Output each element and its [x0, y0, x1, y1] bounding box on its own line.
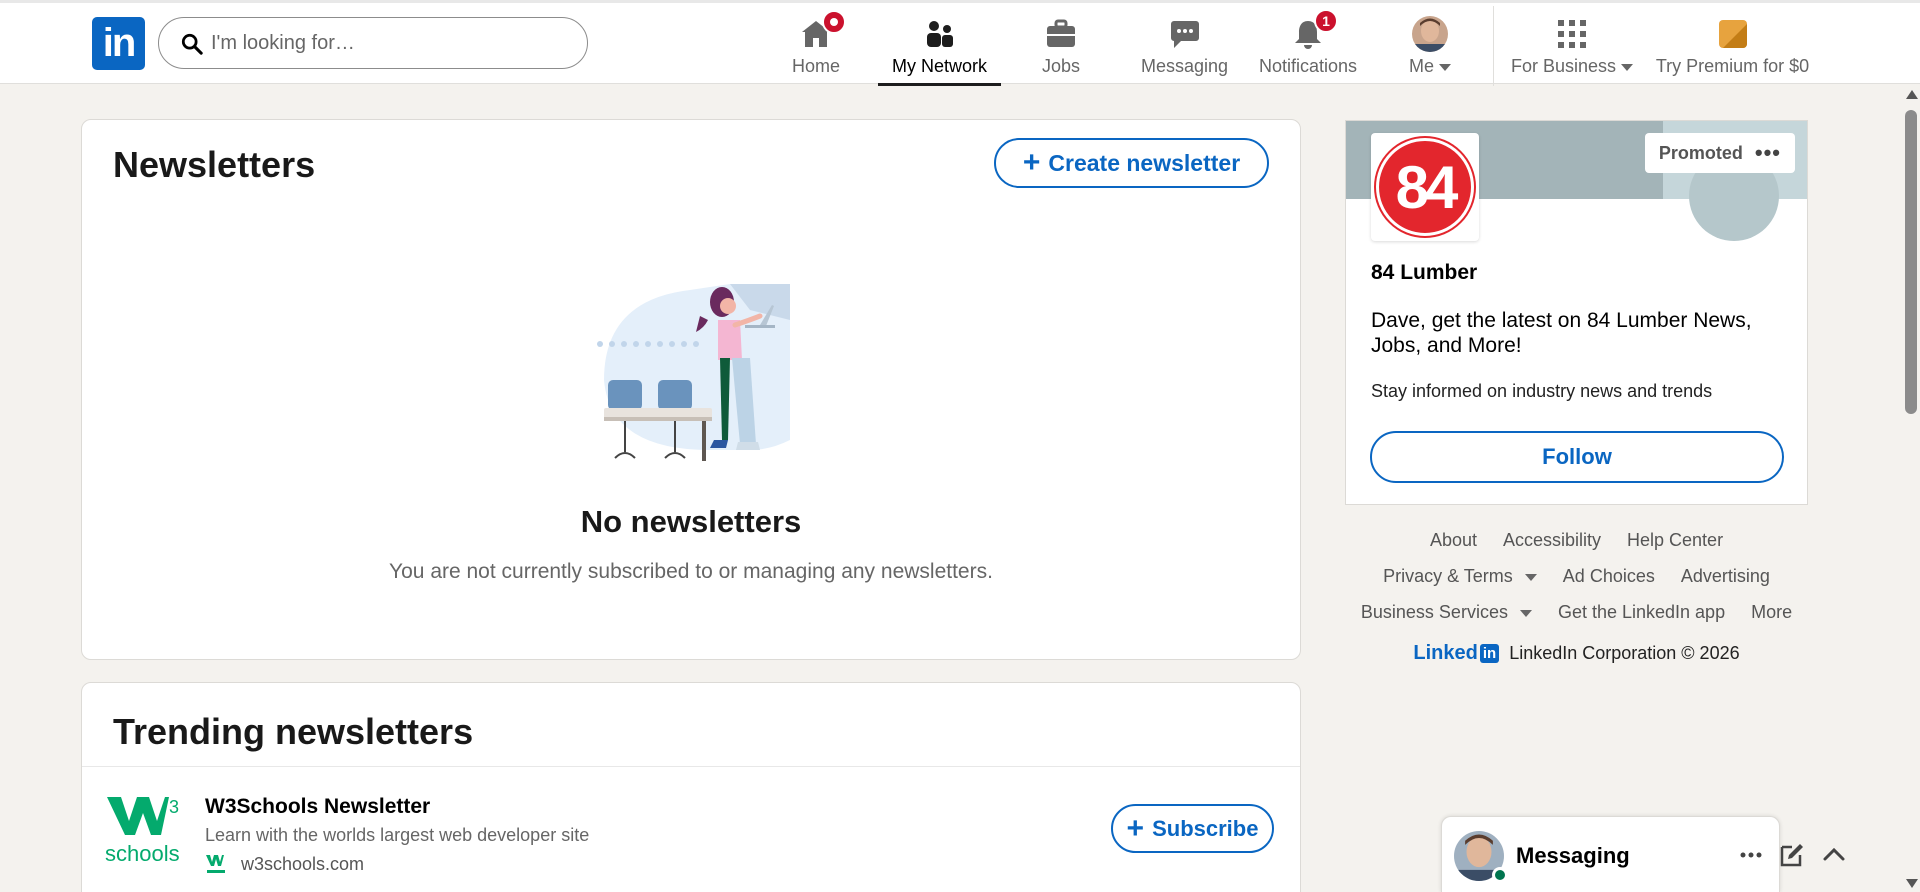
more-options-icon[interactable] [1737, 841, 1765, 869]
footer-link-more[interactable]: More [1751, 602, 1792, 625]
promoted-label[interactable]: Promoted ••• [1644, 133, 1795, 173]
search-input[interactable] [211, 31, 571, 55]
home-badge [822, 10, 846, 34]
more-options-icon[interactable]: ••• [1755, 140, 1781, 166]
messaging-icon [1169, 18, 1201, 50]
footer-link-about[interactable]: About [1430, 530, 1477, 553]
nav-home[interactable]: Home [790, 3, 846, 86]
nav-divider [1493, 6, 1494, 86]
ad-subtext: Stay informed on industry news and trend… [1371, 381, 1713, 401]
trending-newsletters-card: Trending newsletters 3 schools W3Schools… [81, 682, 1301, 892]
promoted-ad-card: Promoted ••• 84 84 Lumber Dave, get the … [1345, 120, 1808, 505]
plus-icon: + [1022, 146, 1041, 179]
nav-me[interactable]: Me [1403, 3, 1457, 86]
premium-icon [1717, 18, 1749, 50]
nav-notifications[interactable]: 1 Notifications [1256, 3, 1360, 86]
create-newsletter-label: Create newsletter [1048, 149, 1241, 176]
create-newsletter-button[interactable]: + Create newsletter [994, 138, 1269, 188]
linkedin-wordmark: Linked in [1413, 642, 1500, 665]
chevron-down-icon [1524, 573, 1537, 581]
footer-link-ad-choices[interactable]: Ad Choices [1563, 566, 1655, 589]
subscribe-button[interactable]: + Subscribe [1111, 804, 1274, 853]
linkedin-logo[interactable]: in [92, 17, 145, 70]
wordmark-in: in [1479, 644, 1500, 663]
briefcase-icon [1045, 18, 1077, 50]
w3schools-logo: 3 schools [105, 797, 180, 866]
avatar [1412, 16, 1448, 52]
nav-label: Notifications [1258, 56, 1358, 76]
nav-messaging[interactable]: Messaging [1141, 3, 1228, 86]
newsletter-site-label: w3schools.com [241, 853, 365, 874]
nav-label: Home [791, 56, 840, 76]
plus-icon: + [1126, 811, 1145, 845]
page-scrollbar[interactable] [1902, 84, 1920, 892]
follow-button[interactable]: Follow [1370, 431, 1784, 483]
empty-state-illustration [597, 284, 790, 461]
bell-icon: 1 [1292, 9, 1338, 50]
chevron-up-icon[interactable] [1820, 841, 1848, 869]
page-title: Newsletters [113, 144, 316, 185]
newsletter-name[interactable]: W3Schools Newsletter [205, 795, 430, 819]
footer-link-label: Privacy & Terms [1383, 566, 1513, 586]
company-logo-mark: 84 [1376, 138, 1474, 236]
network-icon [924, 18, 956, 50]
scroll-down-icon[interactable] [1906, 879, 1918, 888]
nav-label: For Business [1511, 56, 1634, 77]
subscribe-label: Subscribe [1152, 815, 1259, 841]
online-status-indicator [1492, 867, 1508, 883]
nav-for-business[interactable]: For Business [1511, 3, 1634, 86]
nav-label: Try Premium for $0 [1655, 56, 1810, 76]
wordmark-text: Linked [1413, 642, 1478, 664]
nav-label: Jobs [1041, 56, 1081, 76]
scroll-thumb[interactable] [1905, 110, 1917, 414]
company-name[interactable]: 84 Lumber [1371, 261, 1477, 285]
copyright: LinkedIn Corporation © 2026 [1509, 643, 1740, 663]
promoted-text: Promoted [1658, 142, 1743, 163]
scroll-up-icon[interactable] [1906, 90, 1918, 99]
notifications-badge: 1 [1314, 9, 1338, 33]
footer-link-label: Business Services [1360, 602, 1508, 622]
section-title: Trending newsletters [113, 711, 474, 752]
w3schools-mini-logo [206, 855, 225, 873]
footer-links: About Accessibility Help Center Privacy … [1345, 530, 1808, 665]
chevron-down-icon [1519, 609, 1532, 617]
compose-icon[interactable] [1778, 841, 1806, 869]
messaging-title: Messaging [1516, 843, 1630, 868]
nav-label: My Network [891, 56, 987, 76]
divider [82, 766, 1300, 767]
company-logo[interactable]: 84 [1371, 133, 1479, 241]
search-box[interactable] [158, 17, 588, 69]
ad-headline: Dave, get the latest on 84 Lumber News, … [1371, 309, 1752, 357]
svg-text:schools: schools [105, 841, 180, 866]
nav-label: Me [1409, 56, 1451, 77]
nav-label: Messaging [1140, 56, 1229, 76]
nav-my-network[interactable]: My Network [878, 3, 1001, 86]
empty-state-subtitle: You are not currently subscribed to or m… [389, 560, 993, 583]
footer-link-help-center[interactable]: Help Center [1627, 530, 1723, 553]
grid-icon [1556, 18, 1588, 50]
footer-link-get-app[interactable]: Get the LinkedIn app [1558, 602, 1725, 625]
footer-link-privacy-terms[interactable]: Privacy & Terms [1383, 566, 1537, 589]
footer-brand: Linked in LinkedIn Corporation © 2026 [1345, 642, 1808, 665]
chevron-down-icon [1439, 63, 1451, 71]
top-navigation: in Home My Network [0, 0, 1920, 86]
messaging-dock[interactable]: Messaging [1441, 816, 1845, 892]
newsletter-site[interactable]: w3schools.com [205, 852, 364, 876]
footer-link-business-services[interactable]: Business Services [1361, 602, 1532, 625]
svg-text:3: 3 [169, 797, 179, 817]
footer-link-advertising[interactable]: Advertising [1681, 566, 1770, 589]
home-icon [800, 10, 846, 50]
newsletter-description: Learn with the worlds largest web develo… [205, 825, 590, 845]
nav-try-premium[interactable]: Try Premium for $0 [1654, 3, 1811, 86]
footer-link-accessibility[interactable]: Accessibility [1503, 530, 1601, 553]
search-icon [181, 33, 203, 55]
newsletters-card: Newsletters + Create newsletter No newsl… [81, 119, 1301, 660]
nav-jobs[interactable]: Jobs [1040, 3, 1082, 86]
chevron-down-icon [1621, 63, 1634, 71]
empty-state-title: No newsletters [580, 504, 802, 539]
